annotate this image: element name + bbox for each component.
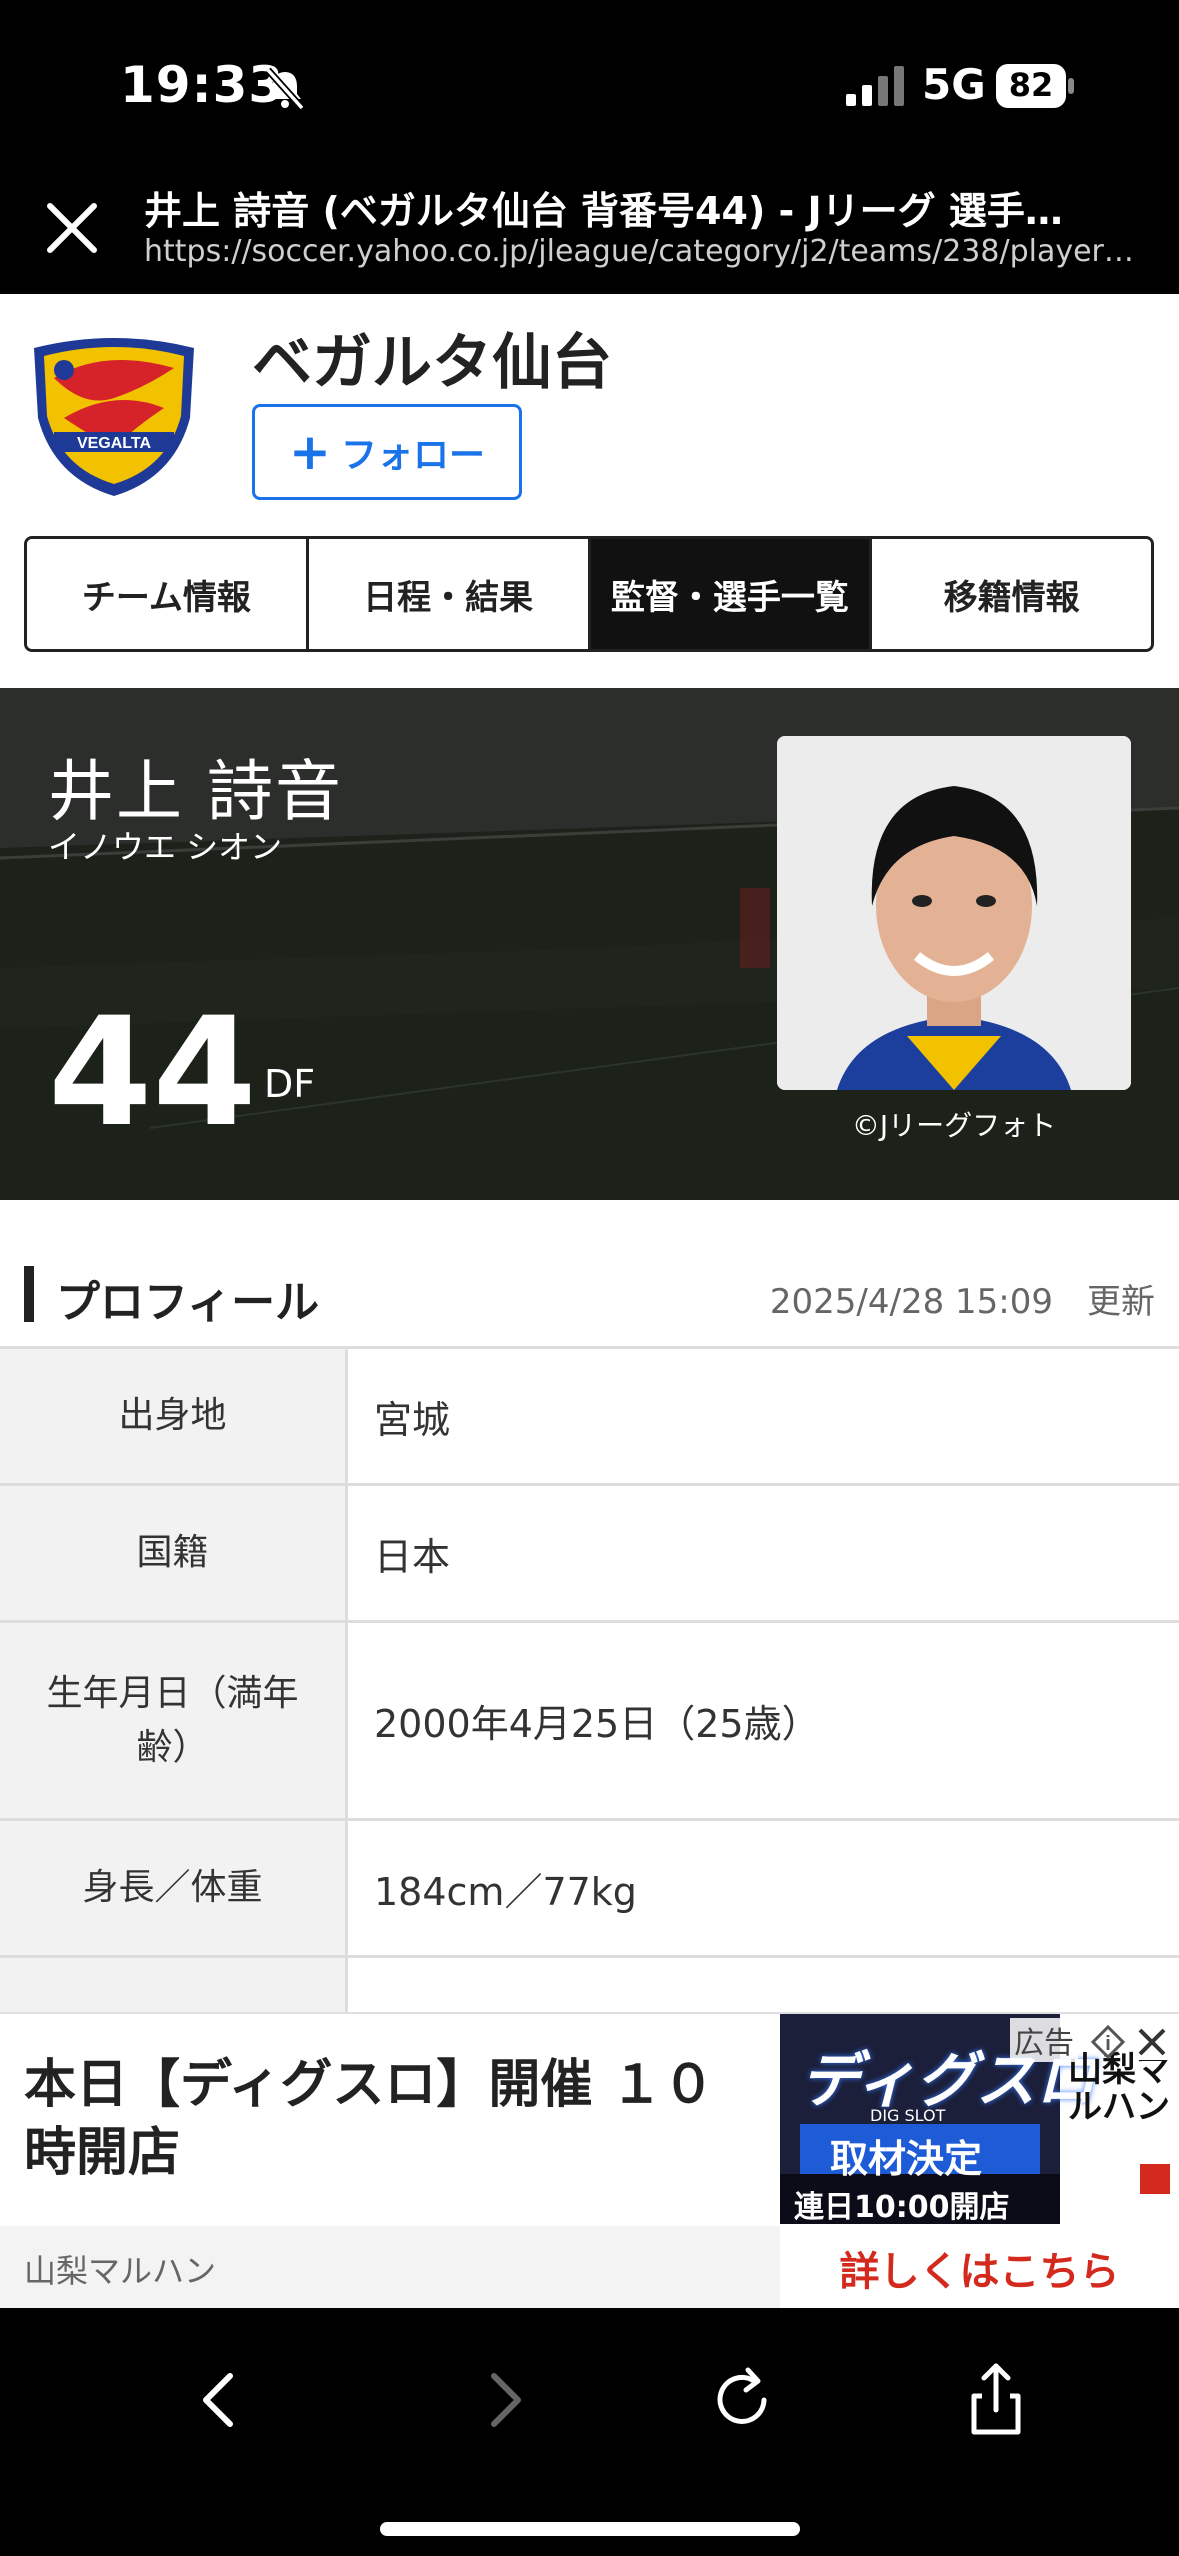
home-indicator[interactable]	[380, 2522, 800, 2536]
photo-credit: ©Jリーグフォト	[851, 1109, 1057, 1142]
profile-row-birthdate: 生年月日（満年齢） 2000年4月25日（25歳）	[0, 1623, 1179, 1821]
profile-updated: 2025/4/28 15:09 更新	[769, 1282, 1155, 1322]
tab-team-info[interactable]: チーム情報	[27, 539, 309, 649]
profile-row-partial	[0, 1958, 1179, 2018]
player-position: DF	[264, 1062, 316, 1106]
row-label: 出身地	[0, 1349, 348, 1483]
ad-logo-sub: DIG SLOT	[870, 2106, 946, 2125]
row-value	[348, 1958, 1179, 2018]
team-name: ベガルタ仙台	[252, 328, 612, 398]
battery-icon: 82	[996, 64, 1076, 108]
close-icon[interactable]	[40, 196, 104, 260]
bell-muted-icon	[265, 67, 305, 110]
browser-title-bar: 井上 詩音 (ベガルタ仙台 背番号44) - Jリーグ 選手… https://…	[0, 170, 1179, 294]
ad-headline: 取材決定	[830, 2137, 983, 2181]
team-tabs: チーム情報 日程・結果 監督・選手一覧 移籍情報	[24, 536, 1154, 652]
player-hero: 井上 詩音 イノウエ シオン 44 DF ©Jリーグフォト	[0, 688, 1179, 1200]
ad-schedule: 連日10:00開店	[794, 2190, 1010, 2224]
profile-row-birthplace: 出身地 宮城	[0, 1349, 1179, 1486]
profile-title: プロフィール	[56, 1277, 320, 1328]
team-header: VEGALTA ベガルタ仙台 + フォロー チーム情報 日程・結果 監督・選手一…	[0, 294, 1179, 684]
browser-bottom-nav	[0, 2308, 1179, 2556]
signal-icon	[846, 66, 904, 106]
ad-label: 広告	[1010, 2018, 1078, 2062]
row-label: 国籍	[0, 1486, 348, 1620]
row-label	[0, 1958, 348, 2018]
ad-banner[interactable]: 本日【ディグスロ】開催 １０時開店 ディグスロ DIG SLOT 取材決定 連日…	[0, 2012, 1179, 2310]
tab-staff-players[interactable]: 監督・選手一覧	[590, 539, 873, 649]
page-url[interactable]: https://soccer.yahoo.co.jp/jleague/categ…	[144, 234, 1144, 269]
ad-cta-button[interactable]: 詳しくはこちら	[780, 2226, 1179, 2310]
status-bar: 19:33 5G 82	[0, 0, 1179, 170]
team-logo[interactable]: VEGALTA	[24, 328, 204, 498]
profile-header: プロフィール 2025/4/28 15:09 更新	[0, 1250, 1179, 1350]
follow-label: フォロー	[340, 435, 485, 476]
svg-text:i: i	[1105, 2033, 1111, 2055]
player-portrait	[777, 736, 1131, 1090]
reload-icon[interactable]	[704, 2360, 784, 2440]
page-title: 井上 詩音 (ベガルタ仙台 背番号44) - Jリーグ 選手…	[144, 189, 1063, 233]
player-number: 44	[48, 986, 257, 1160]
row-value: 184cm／77kg	[374, 1869, 637, 1914]
row-value: 宮城	[374, 1397, 451, 1442]
player-photo	[777, 736, 1131, 1090]
info-icon[interactable]: i	[1090, 2024, 1126, 2060]
battery-level: 82	[1008, 66, 1054, 104]
ad-sponsor: 山梨マルハン	[24, 2252, 217, 2290]
status-time: 19:33	[120, 56, 285, 114]
row-value: 日本	[374, 1534, 451, 1579]
share-icon[interactable]	[956, 2360, 1036, 2440]
section-marker	[24, 1266, 34, 1322]
plus-icon: +	[289, 423, 331, 481]
player-name: 井上 詩音	[48, 753, 343, 830]
svg-text:VEGALTA: VEGALTA	[77, 435, 152, 452]
profile-row-nationality: 国籍 日本	[0, 1486, 1179, 1623]
ad-brand: 山梨マルハン	[1068, 2050, 1170, 2128]
profile-row-height-weight: 身長／体重 184cm／77kg	[0, 1821, 1179, 1958]
player-kana: イノウエ シオン	[48, 828, 283, 866]
follow-button[interactable]: + フォロー	[252, 404, 522, 500]
back-icon[interactable]	[180, 2360, 260, 2440]
row-value: 2000年4月25日（25歳）	[374, 1702, 820, 1746]
tab-schedule-results[interactable]: 日程・結果	[308, 539, 591, 649]
close-ad-icon[interactable]	[1134, 2024, 1170, 2060]
tab-transfers[interactable]: 移籍情報	[872, 539, 1151, 649]
profile-table: 出身地 宮城 国籍 日本 生年月日（満年齢） 2000年4月25日（25歳） 身…	[0, 1349, 1179, 2018]
row-label: 身長／体重	[0, 1821, 348, 1955]
network-type: 5G	[922, 60, 986, 109]
forward-icon[interactable]	[464, 2360, 544, 2440]
row-label: 生年月日（満年齢）	[0, 1623, 348, 1818]
ad-text[interactable]: 本日【ディグスロ】開催 １０時開店	[24, 2052, 764, 2187]
